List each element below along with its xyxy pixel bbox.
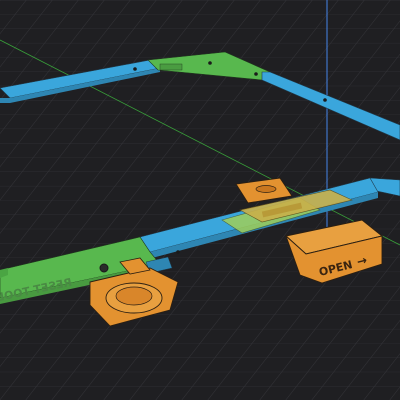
screw-hole [99, 263, 109, 273]
screw-hole [254, 72, 258, 76]
3d-viewport[interactable]: RESET TOOL OPEN → [0, 0, 400, 400]
foot-latch-recess [115, 286, 153, 306]
screw-hole [176, 250, 180, 254]
screw-hole [323, 98, 327, 102]
rail-tab [159, 63, 183, 71]
screw-hole [133, 67, 137, 71]
screw-hole [208, 61, 212, 65]
latch-tab-slot [255, 185, 277, 193]
scene-canvas[interactable]: RESET TOOL OPEN → [0, 0, 400, 400]
